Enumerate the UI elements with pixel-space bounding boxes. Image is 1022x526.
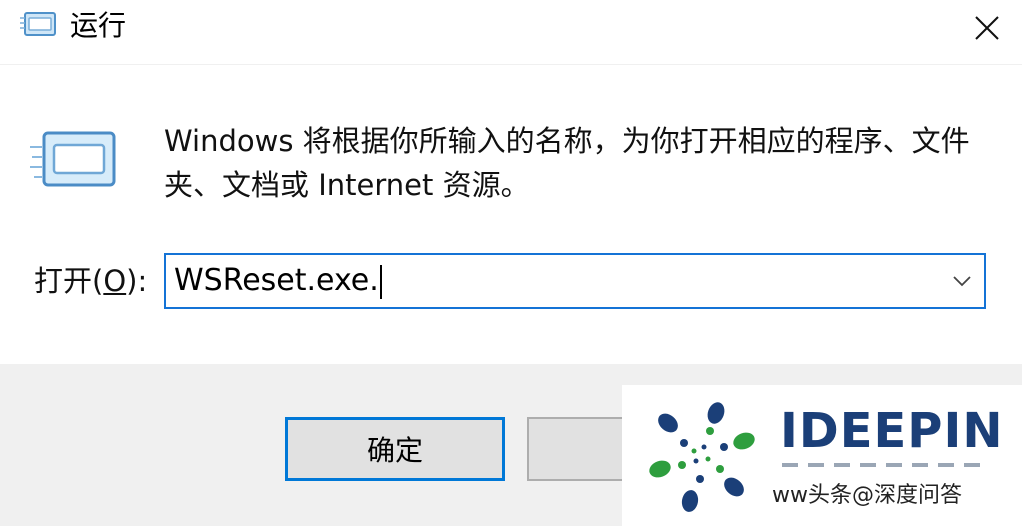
watermark-overlay: IDEEPIN ww头条@深度问答 (622, 385, 1022, 526)
ideepin-logo-icon (646, 395, 758, 515)
run-icon (30, 129, 120, 193)
ok-button[interactable]: 确定 (285, 417, 505, 481)
chevron-down-icon (953, 276, 971, 287)
run-app-icon (20, 10, 58, 40)
watermark-dashes (782, 463, 980, 467)
text-caret (379, 264, 382, 299)
watermark-brand: IDEEPIN (780, 403, 1004, 459)
open-combobox[interactable]: WSReset.exe. (164, 253, 986, 309)
dropdown-button[interactable] (940, 255, 984, 307)
close-button[interactable] (952, 0, 1022, 56)
dialog-description: Windows 将根据你所输入的名称，为你打开相应的程序、文件夹、文档或 Int… (164, 124, 970, 202)
open-label: 打开(O): (34, 264, 148, 298)
window-title: 运行 (70, 9, 127, 42)
command-input[interactable]: WSReset.exe. (174, 261, 940, 301)
dialog-content: Windows 将根据你所输入的名称，为你打开相应的程序、文件夹、文档或 Int… (0, 64, 1022, 365)
title-bar: 运行 (0, 0, 1022, 56)
watermark-caption: ww头条@深度问答 (772, 483, 962, 508)
close-icon (975, 16, 999, 40)
